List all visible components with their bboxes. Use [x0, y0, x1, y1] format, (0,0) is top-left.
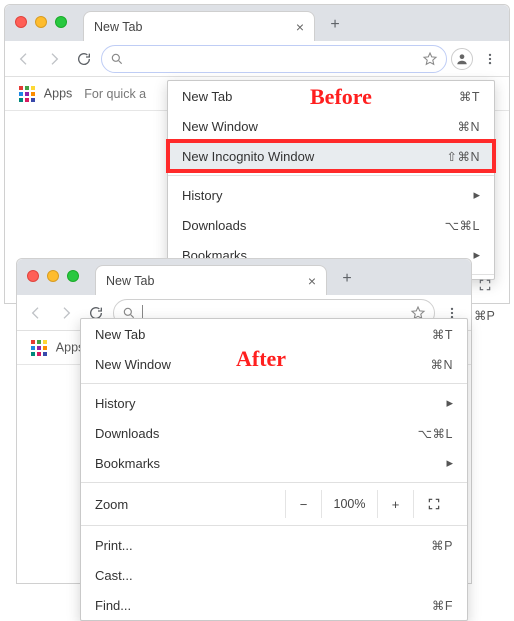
zoom-level: 100%	[321, 490, 377, 518]
address-bar[interactable]	[101, 45, 447, 73]
fullscreen-window-button[interactable]	[55, 16, 67, 28]
address-input[interactable]	[130, 50, 416, 68]
tab-title: New Tab	[106, 274, 154, 288]
main-menu-before: New Tab ⌘T New Window ⌘N New Incognito W…	[167, 80, 495, 280]
zoom-out-button[interactable]: −	[285, 490, 321, 518]
menu-item-label: Cast...	[95, 568, 453, 583]
side-shortcut: ⌘P	[474, 308, 495, 323]
apps-icon	[19, 86, 35, 102]
menu-item-print[interactable]: Print... ⌘P	[81, 530, 467, 560]
chevron-right-icon: ▸	[473, 187, 480, 203]
fullscreen-icon	[478, 278, 492, 292]
chevron-right-icon: ▸	[446, 395, 453, 411]
main-menu-after: New Tab ⌘T New Window ⌘N History ▸ Downl…	[80, 318, 468, 621]
apps-label: Apps	[44, 86, 73, 100]
apps-shortcut[interactable]: Apps	[19, 86, 72, 102]
chevron-right-icon: ▸	[446, 455, 453, 471]
menu-item-zoom: Zoom − 100% +	[81, 487, 467, 521]
menu-item-shortcut: ⌘T	[459, 89, 480, 104]
new-tab-button[interactable]: +	[337, 269, 357, 289]
menu-item-new-tab[interactable]: New Tab ⌘T	[81, 319, 467, 349]
close-window-button[interactable]	[27, 270, 39, 282]
arrow-left-icon	[16, 51, 32, 67]
menu-item-shortcut: ⌘T	[432, 327, 453, 342]
close-window-button[interactable]	[15, 16, 27, 28]
menu-separator	[81, 383, 467, 384]
tab-strip: New Tab × +	[17, 259, 471, 295]
main-menu-button[interactable]	[477, 46, 503, 72]
back-button[interactable]	[23, 300, 49, 326]
chevron-right-icon: ▸	[473, 247, 480, 263]
menu-item-label: Zoom	[95, 497, 285, 512]
menu-item-find[interactable]: Find... ⌘F	[81, 590, 467, 620]
zoom-in-button[interactable]: +	[377, 490, 413, 518]
menu-item-cast[interactable]: Cast...	[81, 560, 467, 590]
menu-item-label: New Incognito Window	[182, 149, 434, 164]
menu-item-shortcut: ⌘N	[430, 357, 453, 372]
reload-icon	[76, 51, 92, 67]
menu-item-label: New Tab	[95, 327, 420, 342]
menu-item-label: Find...	[95, 598, 420, 613]
menu-item-label: New Window	[182, 119, 445, 134]
minimize-window-button[interactable]	[35, 16, 47, 28]
menu-item-bookmarks[interactable]: Bookmarks ▸	[81, 448, 467, 478]
menu-item-label: Downloads	[95, 426, 406, 441]
menu-item-downloads[interactable]: Downloads ⌥⌘L	[81, 418, 467, 448]
apps-icon	[31, 340, 47, 356]
window-controls	[27, 270, 79, 282]
close-tab-icon[interactable]: ×	[300, 273, 316, 289]
toolbar	[5, 41, 509, 77]
menu-item-label: Bookmarks	[95, 456, 434, 471]
menu-item-new-incognito[interactable]: New Incognito Window ⇧⌘N	[168, 141, 494, 171]
fullscreen-icon	[427, 497, 441, 511]
bookmarks-hint: For quick a	[84, 87, 146, 101]
person-icon	[455, 52, 469, 66]
menu-item-downloads[interactable]: Downloads ⌥⌘L	[168, 210, 494, 240]
menu-item-label: New Tab	[182, 89, 447, 104]
menu-item-history[interactable]: History ▸	[81, 388, 467, 418]
bookmark-star-icon[interactable]	[422, 51, 438, 67]
menu-item-new-window[interactable]: New Window ⌘N	[168, 111, 494, 141]
new-tab-button[interactable]: +	[325, 15, 345, 35]
fullscreen-window-button[interactable]	[67, 270, 79, 282]
menu-item-history[interactable]: History ▸	[168, 180, 494, 210]
menu-item-shortcut: ⌘F	[432, 598, 453, 613]
menu-item-label: History	[182, 188, 461, 203]
arrow-right-icon	[58, 305, 74, 321]
window-controls	[15, 16, 67, 28]
minimize-window-button[interactable]	[47, 270, 59, 282]
menu-item-shortcut: ⌥⌘L	[445, 218, 480, 233]
menu-separator	[168, 175, 494, 176]
apps-shortcut[interactable]: Apps	[31, 340, 84, 356]
back-button[interactable]	[11, 46, 37, 72]
menu-separator	[81, 482, 467, 483]
fullscreen-button[interactable]	[413, 490, 453, 518]
profile-avatar[interactable]	[451, 48, 473, 70]
tab-strip: New Tab × +	[5, 5, 509, 41]
menu-item-label: Print...	[95, 538, 419, 553]
browser-tab[interactable]: New Tab ×	[83, 11, 315, 41]
forward-button[interactable]	[53, 300, 79, 326]
menu-item-new-window[interactable]: New Window ⌘N	[81, 349, 467, 379]
reload-button[interactable]	[71, 46, 97, 72]
kebab-icon	[483, 52, 497, 66]
menu-item-shortcut: ⌥⌘L	[418, 426, 453, 441]
menu-item-shortcut: ⌘N	[457, 119, 480, 134]
search-icon	[110, 52, 124, 66]
tab-title: New Tab	[94, 20, 142, 34]
menu-item-label: New Window	[95, 357, 418, 372]
menu-item-label: Downloads	[182, 218, 433, 233]
menu-separator	[81, 525, 467, 526]
menu-item-new-tab[interactable]: New Tab ⌘T	[168, 81, 494, 111]
forward-button[interactable]	[41, 46, 67, 72]
arrow-left-icon	[28, 305, 44, 321]
browser-tab[interactable]: New Tab ×	[95, 265, 327, 295]
menu-item-shortcut: ⇧⌘N	[446, 149, 480, 164]
menu-item-shortcut: ⌘P	[431, 538, 453, 553]
close-tab-icon[interactable]: ×	[288, 19, 304, 35]
menu-item-label: History	[95, 396, 434, 411]
background-sliver: ⌘P	[470, 270, 510, 590]
arrow-right-icon	[46, 51, 62, 67]
